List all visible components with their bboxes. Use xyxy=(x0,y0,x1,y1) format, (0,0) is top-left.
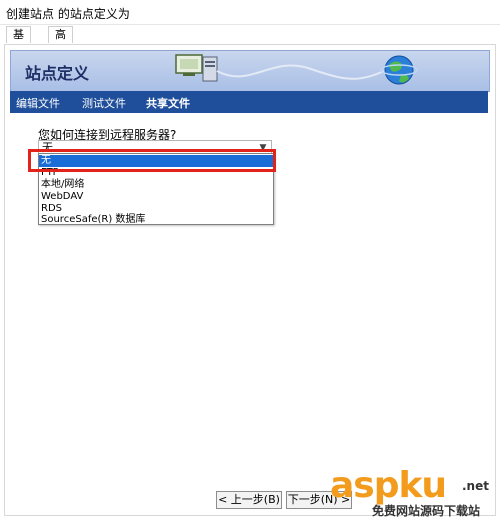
watermark-tagline: 免费网站源码下载站 xyxy=(372,504,481,518)
banner-title: 站点定义 xyxy=(25,64,90,83)
nav-test-files[interactable]: 测试文件 xyxy=(82,95,126,111)
dialog-panel xyxy=(4,44,496,516)
back-button[interactable]: < 上一步(B) xyxy=(216,491,282,509)
section-navbar: 编辑文件 测试文件 共享文件 xyxy=(10,91,488,113)
connection-dropdown-list: 无 FTP 本地/网络 WebDAV RDS SourceSafe(R) 数据库 xyxy=(38,153,274,225)
watermark-net: .net xyxy=(462,479,489,493)
nav-edit-files[interactable]: 编辑文件 xyxy=(16,95,60,111)
window-titlebar: 创建站点 的站点定义为 xyxy=(0,0,500,25)
option-ftp[interactable]: FTP xyxy=(39,167,273,179)
tab-advanced[interactable]: 高级 xyxy=(48,26,73,57)
watermark: aspku .net 免费网站源码下载站 xyxy=(326,465,500,519)
option-local-network[interactable]: 本地/网络 xyxy=(39,179,273,191)
network-illustration-icon xyxy=(175,54,418,85)
watermark-brand: aspku xyxy=(330,465,447,506)
option-webdav[interactable]: WebDAV xyxy=(39,191,273,203)
nav-share-files[interactable]: 共享文件 xyxy=(146,95,190,111)
window-title: 创建站点 的站点定义为 xyxy=(6,7,130,21)
option-sourcesafe[interactable]: SourceSafe(R) 数据库 xyxy=(39,214,273,226)
option-none[interactable]: 无 xyxy=(39,155,273,167)
banner: 站点定义 xyxy=(10,50,490,92)
tab-basic[interactable]: 基本 xyxy=(6,26,31,57)
